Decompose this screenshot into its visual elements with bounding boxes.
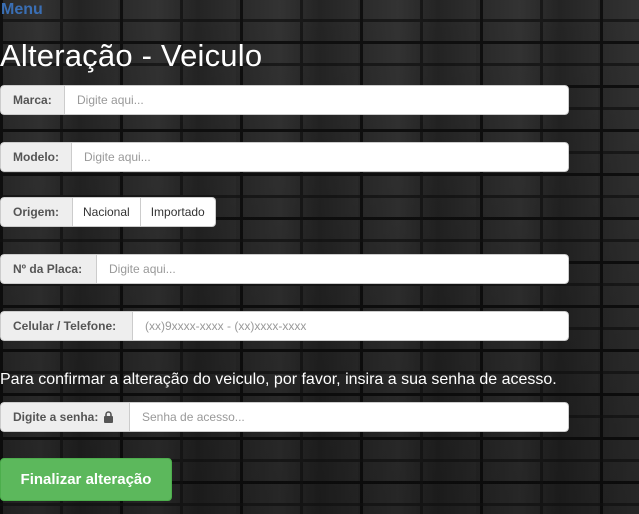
origem-nacional-button[interactable]: Nacional [72, 197, 141, 227]
confirm-instruction: Para confirmar a alteração do veiculo, p… [0, 371, 557, 388]
senha-label: Digite a senha: [13, 410, 99, 424]
origem-field-group: Origem: Nacional Importado [0, 197, 224, 227]
menu-link[interactable]: Menu [1, 1, 43, 19]
placa-label: Nº da Placa: [0, 254, 96, 284]
modelo-label: Modelo: [0, 142, 71, 172]
senha-input[interactable] [129, 402, 569, 432]
placa-input[interactable] [96, 254, 569, 284]
senha-field-group: Digite a senha: [0, 402, 569, 432]
placa-field-group: Nº da Placa: [0, 254, 569, 284]
origem-options: Nacional Importado [72, 197, 216, 227]
telefone-label: Celular / Telefone: [0, 311, 132, 341]
senha-label-addon: Digite a senha: [0, 402, 129, 432]
marca-label: Marca: [0, 85, 64, 115]
modelo-field-group: Modelo: [0, 142, 569, 172]
origem-label: Origem: [0, 197, 72, 227]
telefone-input[interactable] [132, 311, 569, 341]
marca-input[interactable] [64, 85, 569, 115]
telefone-field-group: Celular / Telefone: [0, 311, 569, 341]
marca-field-group: Marca: [0, 85, 569, 115]
modelo-input[interactable] [71, 142, 569, 172]
page-title: Alteração - Veiculo [0, 38, 263, 73]
lock-icon [104, 411, 114, 423]
origem-importado-button[interactable]: Importado [140, 197, 216, 227]
finalizar-alteracao-button[interactable]: Finalizar alteração [0, 458, 172, 501]
